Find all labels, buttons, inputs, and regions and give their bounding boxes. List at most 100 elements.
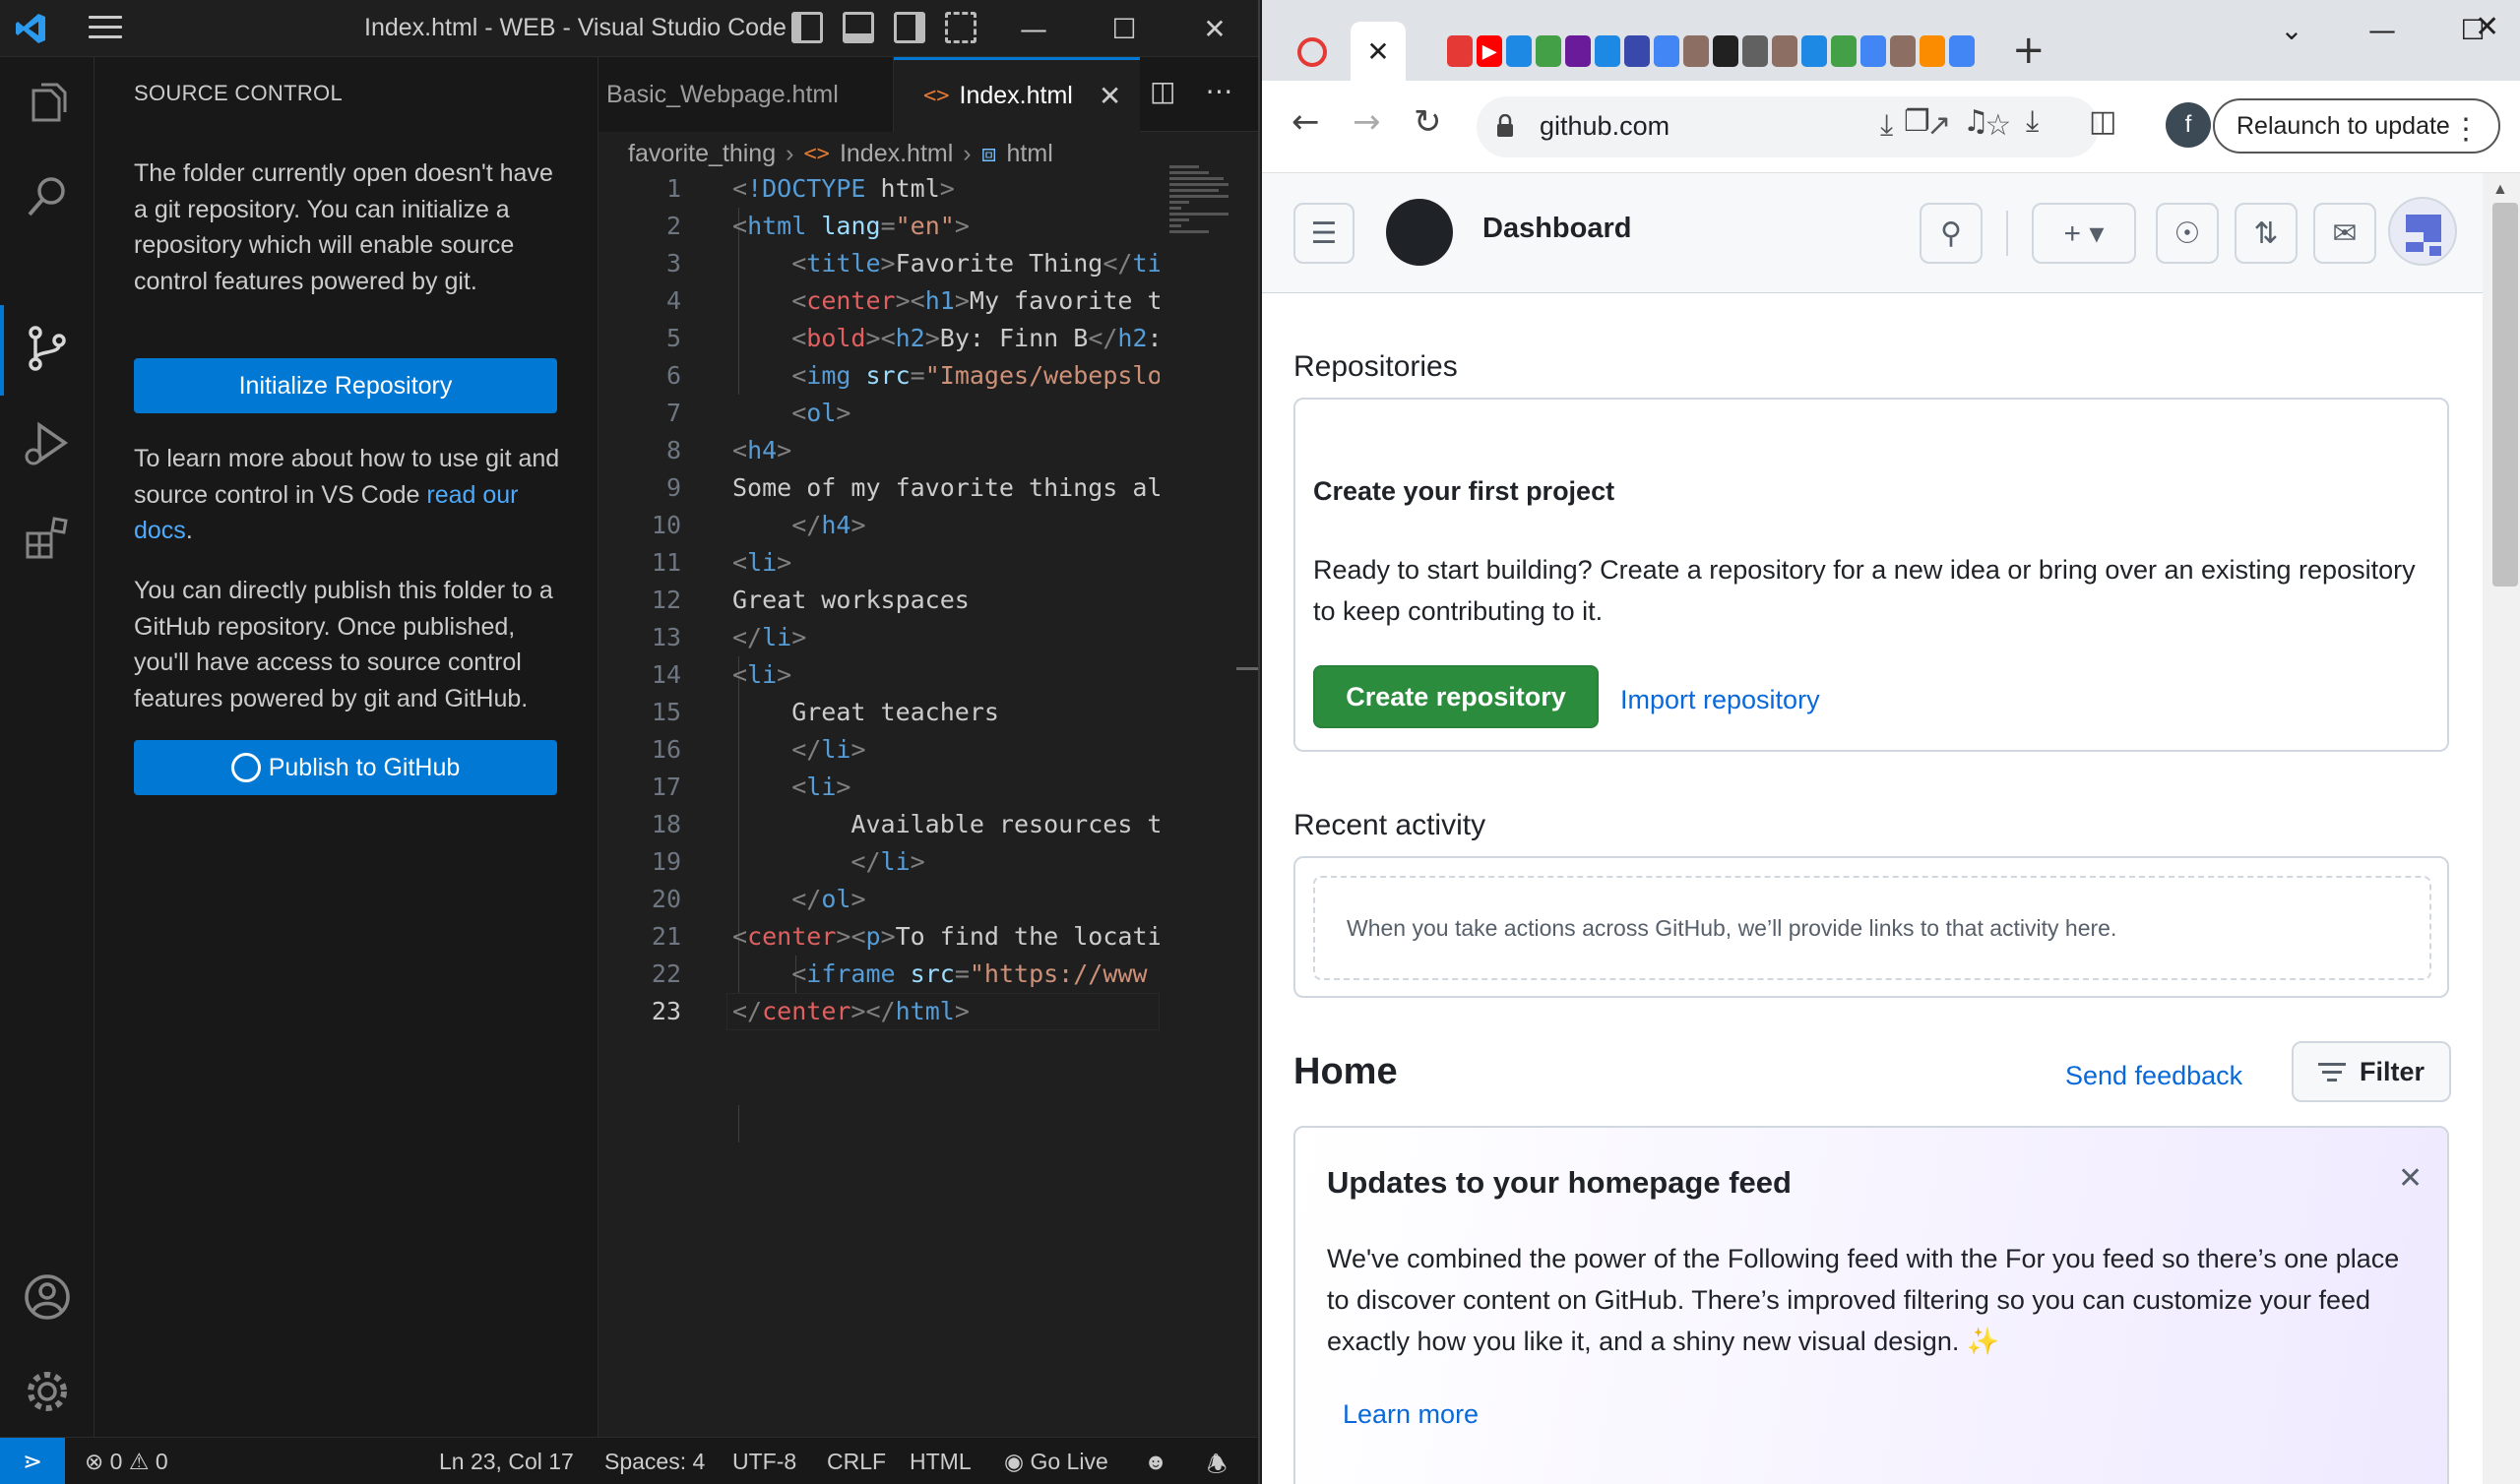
initialize-repository-button[interactable]: Initialize Repository — [134, 358, 557, 413]
google-icon[interactable] — [1654, 35, 1679, 67]
page-scrollbar[interactable]: ▲ — [2483, 173, 2520, 1484]
tab-favicon[interactable] — [1683, 35, 1709, 67]
code-line[interactable]: 19 </li> — [598, 843, 1160, 881]
code-line[interactable]: 8 <h4> — [598, 432, 1160, 469]
code-line[interactable]: 14 <li> — [598, 656, 1160, 694]
tab-favicon[interactable] — [1890, 35, 1916, 67]
breadcrumb-symbol[interactable]: html — [1007, 140, 1053, 168]
go-live-button[interactable]: ◉ Go Live — [1004, 1449, 1108, 1475]
google-icon[interactable] — [1860, 35, 1886, 67]
code-line[interactable]: 15 Great teachers — [598, 694, 1160, 731]
publish-to-github-button[interactable]: Publish to GitHub — [134, 740, 557, 795]
close-icon[interactable]: ✕ — [1169, 0, 1258, 57]
tab-favicon[interactable] — [1506, 35, 1532, 67]
source-control-icon[interactable] — [22, 323, 73, 374]
reload-icon[interactable]: ↻ — [1414, 102, 1442, 142]
share-icon[interactable]: ↗ — [1926, 108, 1951, 143]
install-app-icon[interactable]: ⤓ — [1880, 108, 1893, 143]
create-repository-button[interactable]: Create repository — [1313, 665, 1599, 728]
create-new-plus-icon[interactable]: + ▾ — [2032, 203, 2136, 264]
code-line[interactable]: 13 </li> — [598, 619, 1160, 656]
split-editor-icon[interactable]: ◫ — [1150, 75, 1175, 107]
youtube-icon[interactable]: ▶ — [1477, 35, 1502, 67]
code-line[interactable]: 22 <iframe src="https://www — [598, 956, 1160, 993]
line-ending[interactable]: CRLF — [827, 1449, 886, 1475]
github-logo-icon[interactable] — [1386, 199, 1453, 266]
profile-avatar[interactable]: f — [2166, 102, 2211, 148]
import-repository-link[interactable]: Import repository — [1620, 685, 1820, 715]
tab-index-html[interactable]: <> Index.html ✕ — [894, 57, 1140, 132]
code-line[interactable]: 21 <center><p>To find the locati — [598, 918, 1160, 956]
language-mode[interactable]: HTML — [910, 1449, 972, 1475]
tab-basic-webpage[interactable]: Basic_Webpage.html — [598, 57, 894, 132]
customize-layout-icon[interactable] — [945, 12, 976, 43]
code-line[interactable]: 16 </li> — [598, 731, 1160, 769]
minimize-icon[interactable]: — — [2337, 10, 2427, 49]
close-tab-icon[interactable]: ✕ — [1366, 35, 1389, 68]
relaunch-to-update-button[interactable]: Relaunch to update ⋮ — [2213, 98, 2500, 154]
scrollbar-thumb[interactable] — [2492, 203, 2518, 587]
toggle-primary-sidebar-icon[interactable] — [791, 12, 823, 43]
extensions-puzzle-icon[interactable]: ❐ — [1904, 104, 1930, 139]
scroll-up-icon[interactable]: ▲ — [2492, 181, 2508, 199]
code-line[interactable]: 5 <bold><h2>By: Finn B</h2: — [598, 320, 1160, 357]
back-arrow-icon[interactable]: ← — [1292, 102, 1320, 142]
downloads-icon[interactable]: ⤓ — [2026, 104, 2039, 139]
pull-requests-icon[interactable]: ⇅ — [2235, 203, 2298, 264]
encoding[interactable]: UTF-8 — [732, 1449, 796, 1475]
url-text[interactable]: github.com — [1540, 111, 1670, 142]
address-bar[interactable]: github.com ⤓ ↗ ☆ — [1477, 96, 2099, 157]
tab-favicon[interactable] — [1801, 35, 1827, 67]
active-tab[interactable]: ✕ — [1351, 22, 1406, 81]
tab-favicon[interactable] — [1920, 35, 1945, 67]
tab-favicon[interactable] — [1713, 35, 1738, 67]
filter-button[interactable]: Filter — [2292, 1041, 2451, 1102]
breadcrumb-file[interactable]: Index.html — [840, 140, 953, 168]
code-line[interactable]: 1 <!DOCTYPE html> — [598, 170, 1160, 208]
accounts-icon[interactable] — [22, 1271, 73, 1323]
inbox-icon[interactable]: ✉ — [2313, 203, 2376, 264]
code-line[interactable]: 3 <title>Favorite Thing</ti — [598, 245, 1160, 282]
maximize-icon[interactable]: ☐ — [2427, 10, 2518, 49]
code-line[interactable]: 9 Some of my favorite things al — [598, 469, 1160, 507]
side-panel-icon[interactable]: ◫ — [2089, 104, 2116, 139]
code-line[interactable]: 23 </center></html> — [598, 993, 1160, 1030]
tab-favicon[interactable] — [1297, 37, 1327, 67]
search-icon[interactable] — [22, 171, 73, 222]
google-icon[interactable] — [1949, 35, 1975, 67]
cursor-position[interactable]: Ln 23, Col 17 — [439, 1449, 574, 1475]
menu-icon[interactable] — [89, 16, 122, 41]
forward-arrow-icon[interactable]: → — [1353, 102, 1381, 142]
code-line[interactable]: 20 </ol> — [598, 881, 1160, 918]
tab-search-chevron-down-icon[interactable]: ⌄ — [2246, 10, 2337, 49]
tab-favicon[interactable] — [1624, 35, 1650, 67]
code-editor[interactable]: 1 <!DOCTYPE html> 2 <html lang="en"> 3 <titl… — [598, 170, 1160, 1410]
media-control-icon[interactable]: ♫ — [1963, 104, 1989, 139]
code-line[interactable]: 4 <center><h1>My favorite t — [598, 282, 1160, 320]
onenote-icon[interactable] — [1565, 35, 1591, 67]
new-tab-icon[interactable]: + — [2012, 28, 2046, 73]
more-actions-icon[interactable]: ⋯ — [1205, 75, 1232, 107]
close-window-icon[interactable]: ✕ — [2475, 10, 2499, 44]
issues-icon[interactable]: ☉ — [2156, 203, 2219, 264]
extensions-icon[interactable] — [22, 512, 73, 563]
problems-indicator[interactable]: ⊗ 0 ⚠ 0 — [85, 1449, 168, 1475]
maximize-icon[interactable]: ☐ — [1079, 0, 1169, 57]
code-line[interactable]: 10 </h4> — [598, 507, 1160, 544]
tab-favicon[interactable] — [1742, 35, 1768, 67]
indentation[interactable]: Spaces: 4 — [604, 1449, 705, 1475]
code-line[interactable]: 2 <html lang="en"> — [598, 208, 1160, 245]
send-feedback-link[interactable]: Send feedback — [2065, 1061, 2242, 1091]
explorer-icon[interactable] — [22, 79, 73, 130]
code-line[interactable]: 6 <img src="Images/webepslo — [598, 357, 1160, 395]
run-debug-icon[interactable] — [22, 417, 73, 468]
user-avatar[interactable] — [2388, 197, 2457, 266]
toggle-panel-icon[interactable] — [843, 12, 874, 43]
learn-more-link[interactable]: Learn more — [1343, 1399, 1479, 1430]
tab-favicon[interactable] — [1831, 35, 1857, 67]
minimap[interactable] — [1169, 165, 1238, 254]
dismiss-close-icon[interactable]: ✕ — [2398, 1161, 2423, 1196]
feedback-icon[interactable]: ☻ — [1144, 1449, 1167, 1475]
search-icon[interactable]: ⚲ — [1920, 203, 1983, 264]
close-tab-icon[interactable]: ✕ — [1099, 80, 1121, 112]
